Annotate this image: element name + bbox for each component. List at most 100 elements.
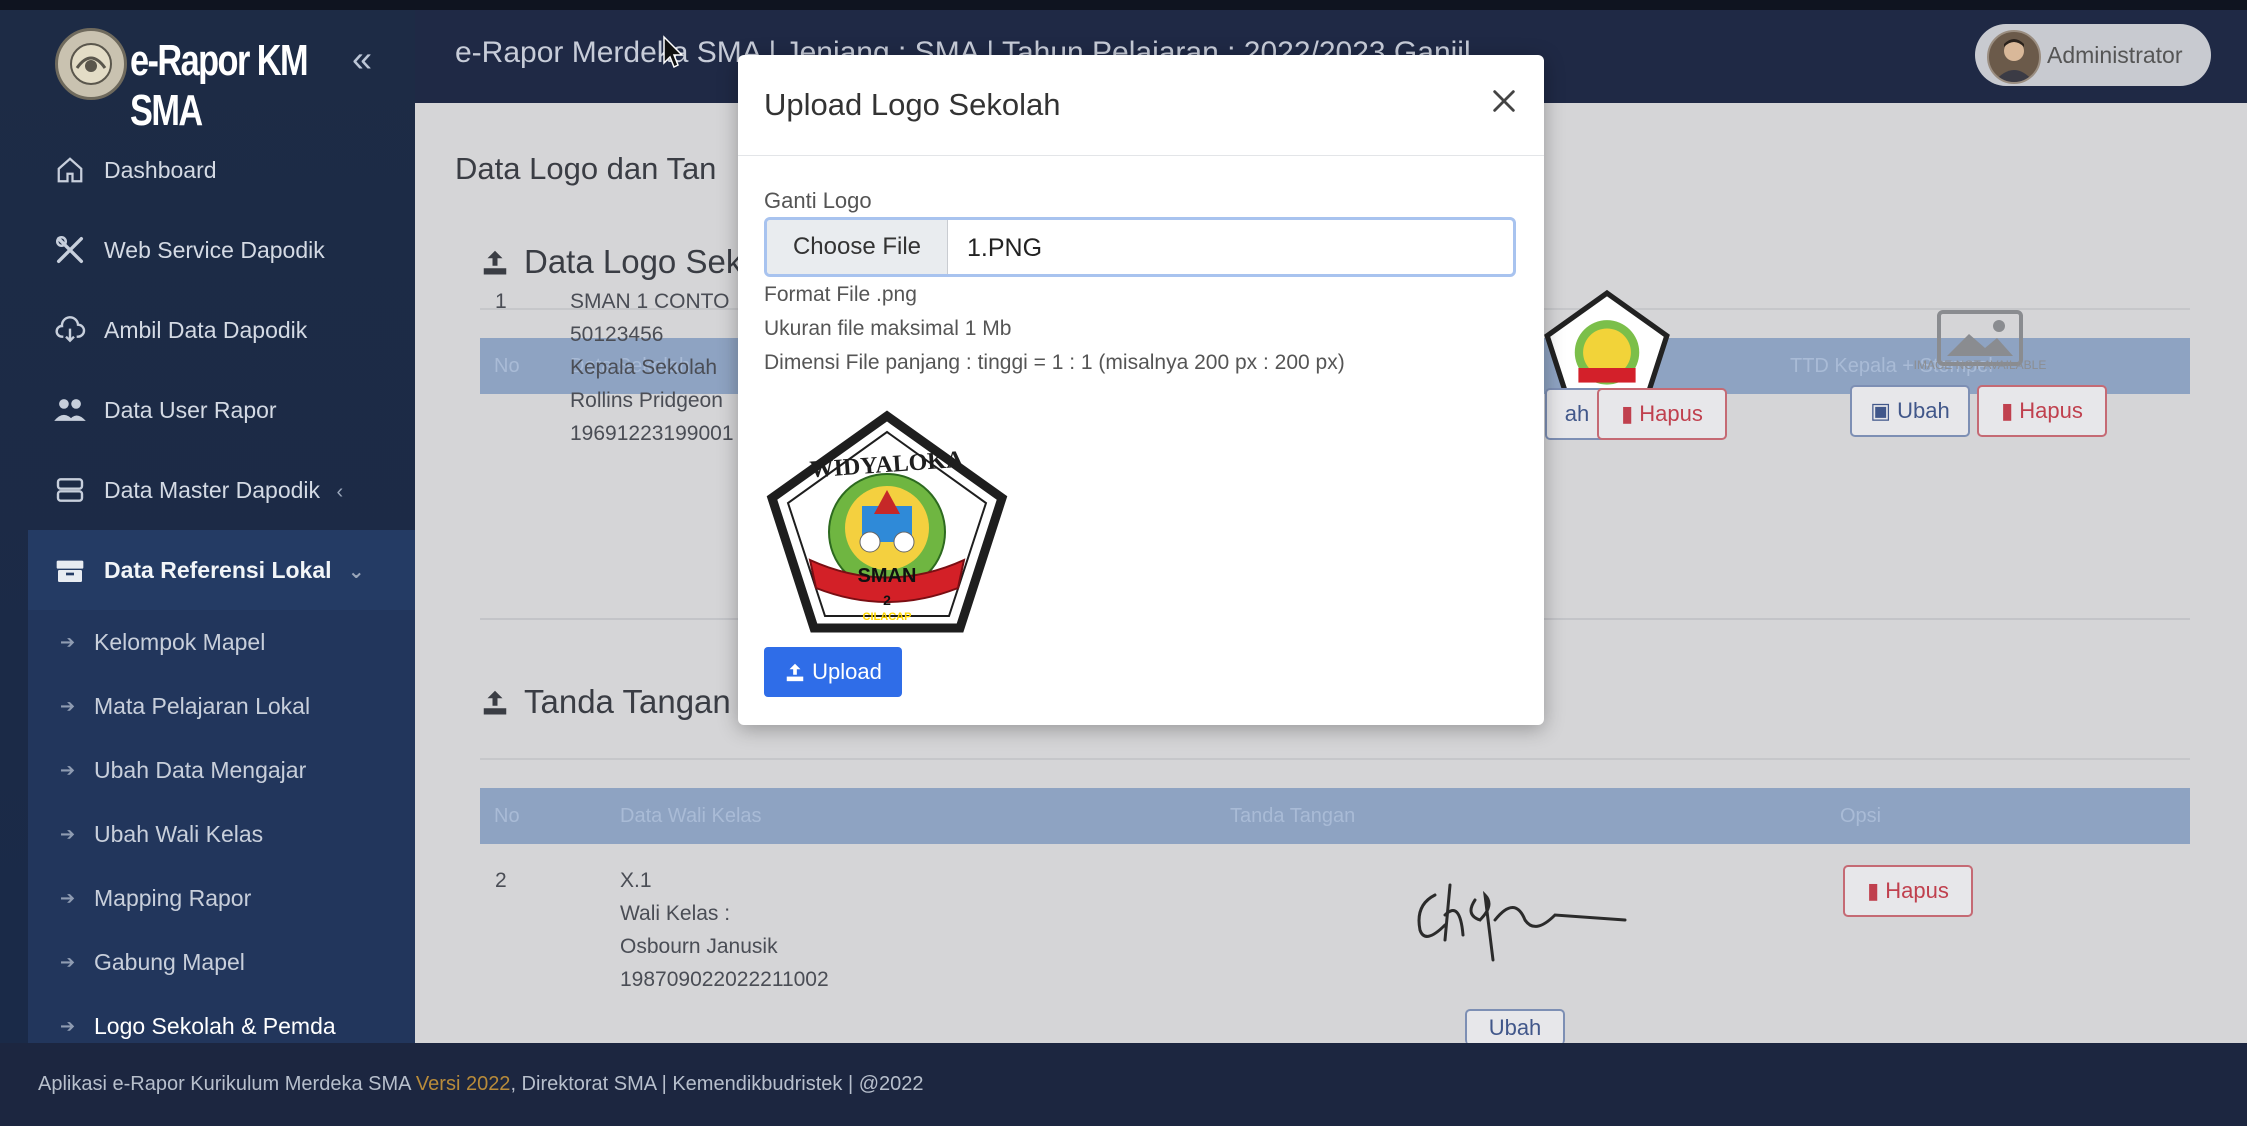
- page-title: Data Logo dan Tan: [455, 151, 717, 186]
- sidebar-item-label: Web Service Dapodik: [104, 236, 325, 263]
- sidebar-submenu: ➔ Kelompok Mapel ➔ Mata Pelajaran Lokal …: [28, 610, 415, 1058]
- arrow-right-icon: ➔: [60, 1015, 76, 1036]
- cell-line: Rollins Pridgeon: [570, 389, 723, 412]
- selected-file-name: 1.PNG: [967, 234, 1043, 262]
- sidebar-subitem-gabung-mapel[interactable]: ➔ Gabung Mapel: [28, 930, 415, 994]
- sidebar-subitem-ubah-mengajar[interactable]: ➔ Ubah Data Mengajar: [28, 738, 415, 802]
- chevron-left-icon: ‹: [336, 480, 344, 503]
- sidebar-subitem-ubah-wali[interactable]: ➔ Ubah Wali Kelas: [28, 802, 415, 866]
- svg-text:SMAN: SMAN: [858, 565, 917, 587]
- cell-line: Osbourn Janusik: [620, 935, 778, 958]
- sidebar-collapse-icon[interactable]: «: [352, 38, 372, 80]
- mouse-cursor-icon: [663, 35, 684, 69]
- database-icon: [50, 470, 90, 510]
- arrow-right-icon: ➔: [60, 695, 76, 716]
- logo-file-input[interactable]: Choose File 1.PNG: [764, 217, 1516, 277]
- column-header: No: [494, 355, 520, 377]
- ubah-ttd-wali-button[interactable]: Ubah: [1465, 1009, 1565, 1045]
- sidebar-item-ambil-data[interactable]: Ambil Data Dapodik: [0, 290, 415, 370]
- section-title-logo: Data Logo Sek: [480, 243, 742, 281]
- cell-line: 19691223199001: [570, 422, 734, 445]
- field-label: Ganti Logo: [764, 188, 872, 213]
- sidebar-item-master-dapodik[interactable]: Data Master Dapodik ‹: [0, 450, 415, 530]
- table-header: No Data Wali Kelas Tanda Tangan Opsi: [480, 788, 2190, 844]
- svg-text:CILACAP: CILACAP: [863, 611, 912, 623]
- sidebar-menu: Dashboard Web Service Dapodik Ambil Data…: [0, 130, 415, 1058]
- sidebar-item-label: Data User Rapor: [104, 396, 277, 423]
- upload-button-label: Upload: [812, 659, 882, 684]
- upload-icon: [483, 690, 507, 715]
- sidebar: e-Rapor KM SMA « Dashboard Web Service D…: [0, 10, 415, 1058]
- choose-file-button[interactable]: Choose File: [767, 220, 948, 274]
- cell-line: X.1: [620, 869, 652, 892]
- cell-line: SMAN 1 CONTO: [570, 290, 730, 313]
- cell-line: 198709022022211002: [620, 968, 829, 991]
- footer: Aplikasi e-Rapor Kurikulum Merdeka SMA V…: [0, 1043, 2247, 1126]
- sidebar-subitem-label: Logo Sekolah & Pemda: [94, 1012, 336, 1039]
- footer-version: Versi 2022: [415, 1073, 511, 1095]
- sidebar-item-label: Ambil Data Dapodik: [104, 316, 308, 343]
- help-text-size: Ukuran file maksimal 1 Mb: [764, 317, 1012, 340]
- upload-button[interactable]: Upload: [764, 647, 902, 697]
- sidebar-item-web-service[interactable]: Web Service Dapodik: [0, 210, 415, 290]
- ubah-ttd-button[interactable]: ▣ Ubah: [1850, 385, 1970, 437]
- brand-name: e-Rapor KM SMA: [130, 36, 309, 135]
- cloud-download-icon: [50, 310, 90, 350]
- close-icon[interactable]: [1490, 87, 1518, 115]
- cell-line: Wali Kelas :: [620, 902, 731, 925]
- trash-icon: ▮: [2001, 398, 2014, 423]
- sidebar-item-referensi-lokal[interactable]: Data Referensi Lokal ⌄: [28, 530, 415, 610]
- avatar: [1987, 30, 2041, 84]
- image-icon: ▣: [1870, 398, 1892, 423]
- modal-header: Upload Logo Sekolah: [738, 55, 1544, 156]
- table-cell-no: 2: [495, 869, 507, 892]
- arrow-right-icon: ➔: [60, 823, 76, 844]
- chevron-down-icon: ⌄: [347, 560, 365, 583]
- sidebar-subitem-label: Gabung Mapel: [94, 948, 245, 975]
- cell-line: 50123456: [570, 323, 664, 346]
- help-text-dimension: Dimensi File panjang : tinggi = 1 : 1 (m…: [764, 351, 1345, 374]
- divider: [480, 758, 2190, 760]
- user-name: Administrator: [2047, 42, 2183, 68]
- table-cell-sekolah: SMAN 1 CONTO 50123456 Kepala Sekolah Rol…: [570, 285, 734, 450]
- table-cell-no: 1: [495, 290, 507, 313]
- sidebar-subitem-label: Ubah Data Mengajar: [94, 756, 307, 783]
- help-text-format: Format File .png: [764, 283, 917, 306]
- sidebar-subitem-label: Mapping Rapor: [94, 884, 252, 911]
- hapus-ttd-button[interactable]: ▮ Hapus: [1977, 385, 2107, 437]
- sidebar-item-dashboard[interactable]: Dashboard: [0, 130, 415, 210]
- modal-title: Upload Logo Sekolah: [764, 87, 1061, 122]
- upload-logo-modal: Upload Logo Sekolah Ganti Logo Choose Fi…: [738, 55, 1544, 725]
- arrow-right-icon: ➔: [60, 887, 76, 908]
- home-icon: [50, 150, 90, 190]
- sidebar-subitem-mapping-rapor[interactable]: ➔ Mapping Rapor: [28, 866, 415, 930]
- image-placeholder: IMAGE NOT AVAILABLE: [1890, 308, 2070, 378]
- hapus-logo-button[interactable]: ▮ Hapus: [1597, 388, 1727, 440]
- sidebar-subitem-label: Kelompok Mapel: [94, 628, 266, 655]
- sidebar-subitem-label: Ubah Wali Kelas: [94, 820, 264, 847]
- upload-icon: [786, 663, 804, 682]
- sidebar-item-label: Dashboard: [104, 156, 217, 183]
- sidebar-subitem-kelompok-mapel[interactable]: ➔ Kelompok Mapel: [28, 610, 415, 674]
- trash-icon: ▮: [1867, 878, 1880, 903]
- school-logo-preview: WIDYALOKA SMAN 2 CILACAP: [766, 410, 1008, 633]
- hapus-ttd-wali-button[interactable]: ▮ Hapus: [1843, 865, 1973, 917]
- section-title-text: Data Logo Sek: [524, 243, 743, 280]
- brand[interactable]: e-Rapor KM SMA «: [0, 10, 415, 135]
- user-menu[interactable]: Administrator: [1975, 24, 2211, 86]
- sidebar-item-label: Data Referensi Lokal ⌄: [104, 556, 365, 583]
- sidebar-subitem-label: Mata Pelajaran Lokal: [94, 692, 311, 719]
- sidebar-subitem-mata-pelajaran[interactable]: ➔ Mata Pelajaran Lokal: [28, 674, 415, 738]
- cell-line: Kepala Sekolah: [570, 356, 718, 379]
- footer-prefix: Aplikasi e-Rapor Kurikulum Merdeka SMA: [38, 1073, 416, 1095]
- trash-icon: ▮: [1621, 401, 1634, 426]
- sidebar-item-user-rapor[interactable]: Data User Rapor: [0, 370, 415, 450]
- users-icon: [50, 390, 90, 430]
- table-cell-wali: X.1 Wali Kelas : Osbourn Janusik 1987090…: [620, 864, 829, 996]
- svg-text:2: 2: [883, 592, 891, 608]
- tools-icon: [50, 230, 90, 270]
- footer-text: Aplikasi e-Rapor Kurikulum Merdeka SMA V…: [38, 1073, 924, 1096]
- tutwuri-logo-icon: [55, 28, 127, 100]
- footer-suffix: , Direktorat SMA | Kemendikbudristek | @…: [510, 1073, 924, 1095]
- upload-icon: [483, 250, 507, 275]
